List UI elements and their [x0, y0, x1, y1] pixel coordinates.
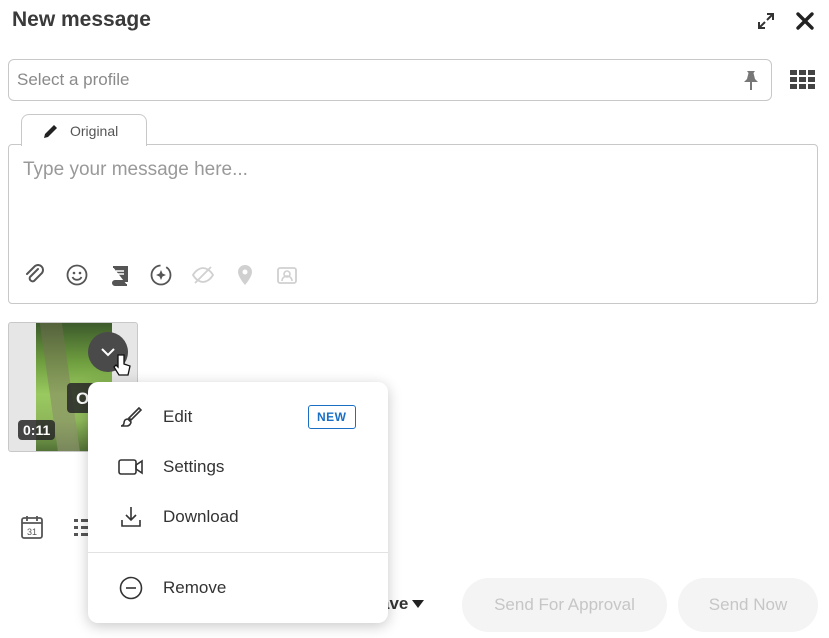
- download-icon: [118, 504, 144, 530]
- paperclip-icon[interactable]: [23, 263, 47, 287]
- send-now-label: Send Now: [708, 595, 788, 614]
- pin-icon[interactable]: [739, 68, 763, 92]
- profile-select-placeholder: Select a profile: [17, 70, 130, 89]
- menu-item-settings[interactable]: Settings: [88, 442, 388, 492]
- expand-arrows-icon[interactable]: [755, 10, 777, 32]
- page-title: New message: [12, 8, 151, 31]
- close-x-icon[interactable]: [794, 10, 816, 32]
- message-composer[interactable]: Type your message here...: [8, 144, 818, 304]
- menu-divider: [88, 552, 388, 553]
- new-badge: NEW: [308, 405, 356, 429]
- profile-select[interactable]: Select a profile: [8, 59, 772, 101]
- calendar-day: 31: [27, 527, 37, 537]
- caret-down-icon: [412, 600, 425, 608]
- send-for-approval-button[interactable]: Send For Approval: [462, 578, 667, 632]
- minus-circle-icon: [118, 575, 144, 601]
- calendar-icon[interactable]: 31: [20, 514, 46, 542]
- message-placeholder: Type your message here...: [23, 159, 248, 180]
- eye-off-icon: [191, 263, 215, 287]
- paintbrush-icon: [118, 404, 144, 430]
- menu-item-download-label: Download: [163, 507, 239, 526]
- book-icon[interactable]: [107, 263, 131, 287]
- emoji-icon[interactable]: [65, 263, 89, 287]
- menu-item-edit[interactable]: Edit NEW: [88, 392, 388, 442]
- ai-sparkle-icon[interactable]: [149, 263, 173, 287]
- video-camera-icon: [118, 454, 144, 480]
- send-now-button[interactable]: Send Now: [678, 578, 818, 632]
- pencil-icon: [44, 124, 57, 138]
- tab-original[interactable]: Original: [21, 114, 147, 146]
- menu-item-settings-label: Settings: [163, 457, 225, 476]
- contact-card-icon: [275, 263, 299, 287]
- tab-original-label: Original: [70, 122, 119, 139]
- grid-apps-icon[interactable]: [789, 68, 817, 92]
- location-pin-icon: [233, 263, 257, 287]
- video-duration-badge: 0:11: [18, 420, 56, 440]
- hand-cursor-icon: [113, 353, 131, 382]
- menu-item-remove-label: Remove: [163, 578, 227, 597]
- menu-item-remove[interactable]: Remove: [88, 563, 388, 613]
- send-for-approval-label: Send For Approval: [494, 595, 635, 614]
- media-options-menu: Edit NEW Settings Download Remove: [88, 382, 388, 623]
- menu-item-edit-label: Edit: [163, 407, 193, 426]
- menu-item-download[interactable]: Download: [88, 492, 388, 542]
